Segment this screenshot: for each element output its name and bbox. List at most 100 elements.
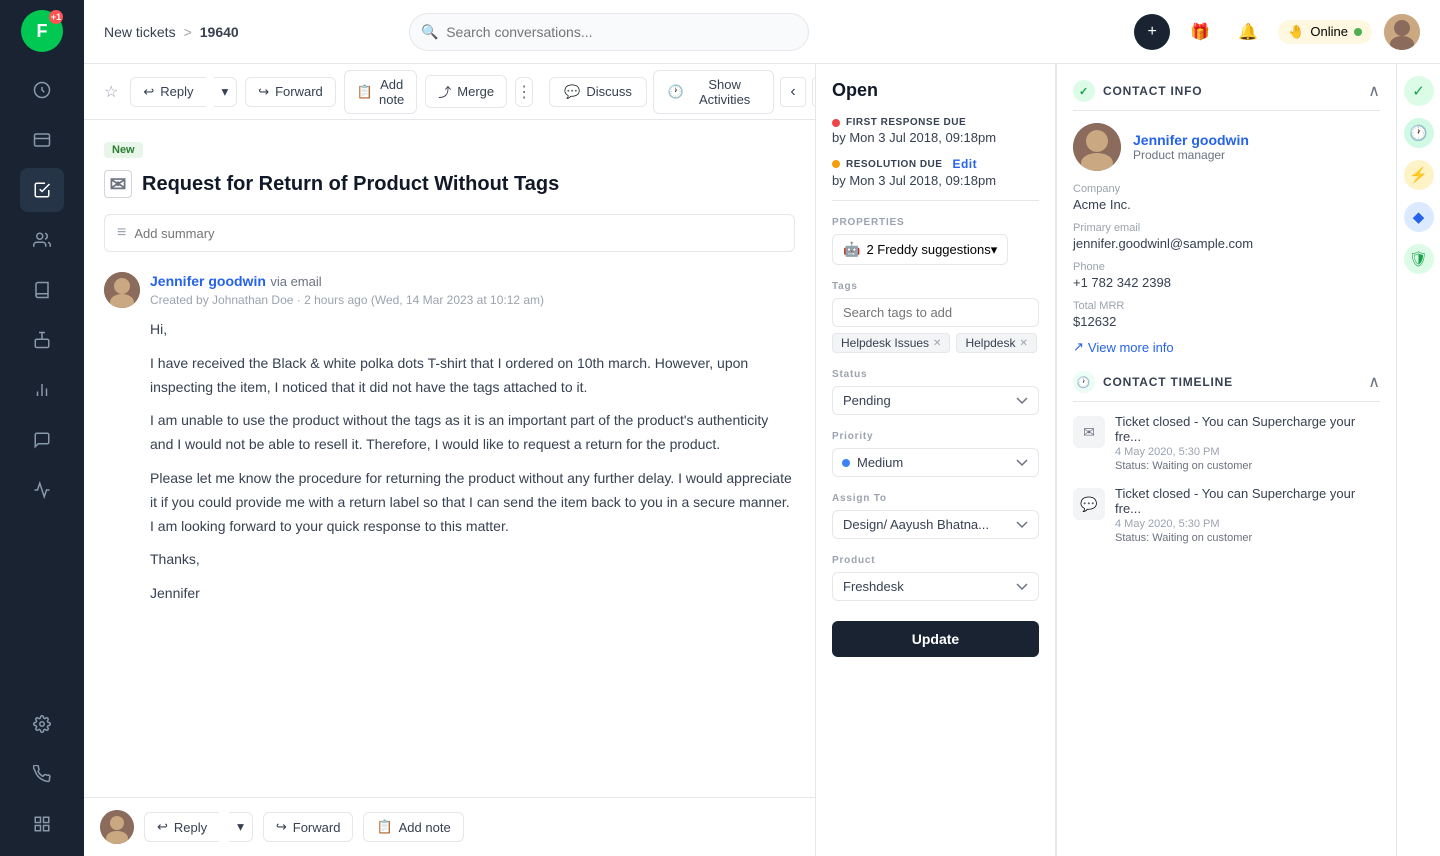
reply-label: Reply <box>160 84 193 99</box>
freddy-suggestions-button[interactable]: 🤖 2 Freddy suggestions ▾ <box>832 234 1008 265</box>
contact-info-collapse[interactable]: ∧ <box>1368 81 1380 101</box>
reply-button[interactable]: ↩ Reply <box>130 77 205 107</box>
sidebar-item-reports[interactable] <box>20 368 64 412</box>
reply-bar-reply-icon: ↩ <box>157 819 168 835</box>
resolution-edit-link[interactable]: Edit <box>952 157 977 171</box>
timeline-icon-2: 💬 <box>1073 488 1105 520</box>
properties-section: PROPERTIES 🤖 2 Freddy suggestions ▾ <box>832 213 1039 265</box>
reply-bar-add-note-button[interactable]: 📋 Add note <box>363 812 463 842</box>
tag-helpdesk-issues: Helpdesk Issues ✕ <box>832 333 950 353</box>
side-icon-clock[interactable]: 🕐 <box>1404 118 1434 148</box>
search-input[interactable] <box>409 13 809 51</box>
more-options-button[interactable]: ⋮ <box>515 77 533 107</box>
reply-bar-add-note-label: Add note <box>399 820 451 835</box>
summary-icon: ≡ <box>117 224 126 242</box>
breadcrumb: New tickets > 19640 <box>104 24 239 40</box>
contact-name[interactable]: Jennifer goodwin <box>1133 132 1249 148</box>
star-button[interactable]: ☆ <box>100 78 122 106</box>
message-header: Jennifer goodwin via email Created by Jo… <box>104 272 795 308</box>
sidebar-item-campaigns[interactable] <box>20 468 64 512</box>
sender-avatar <box>104 272 140 308</box>
tag-2-label: Helpdesk <box>965 336 1015 350</box>
message-channel: via email <box>270 274 321 289</box>
add-note-button[interactable]: 📋 Add note <box>344 70 417 114</box>
discuss-button[interactable]: 💬 Discuss <box>549 77 647 107</box>
sign-name: Jennifer <box>150 582 795 606</box>
timeline-icon-1: ✉ <box>1073 416 1105 448</box>
update-button[interactable]: Update <box>832 621 1039 657</box>
timeline-title-text: CONTACT TIMELINE <box>1103 375 1233 389</box>
reply-bar-forward-label: Forward <box>293 820 341 835</box>
tag-1-remove[interactable]: ✕ <box>933 338 941 349</box>
contact-panel: ✓ CONTACT INFO ∧ Jennifer goodwin Produc… <box>1056 64 1396 856</box>
freddy-label: 2 Freddy suggestions <box>866 242 990 257</box>
greeting: Hi, <box>150 318 795 342</box>
sidebar-item-settings[interactable] <box>20 702 64 746</box>
tag-2-remove[interactable]: ✕ <box>1019 338 1027 349</box>
priority-select[interactable]: Medium Low High Urgent <box>832 448 1039 477</box>
email-value: jennifer.goodwinl@sample.com <box>1073 236 1380 251</box>
timeline-item-2: 💬 Ticket closed - You can Supercharge yo… <box>1073 486 1380 544</box>
breadcrumb-new-tickets[interactable]: New tickets <box>104 24 176 40</box>
view-more-link[interactable]: ↗ View more info <box>1073 339 1380 355</box>
first-response-label: FIRST RESPONSE DUE <box>846 117 966 128</box>
message-time: 2 hours ago (Wed, 14 Mar 2023 at 10:12 a… <box>304 293 544 307</box>
sidebar-item-dashboard[interactable] <box>20 68 64 112</box>
add-button[interactable]: + <box>1134 14 1170 50</box>
reply-dropdown-arrow[interactable]: ▾ <box>214 77 238 107</box>
add-note-label: Add note <box>379 77 404 107</box>
show-activities-button[interactable]: 🕐 Show Activities <box>653 70 774 114</box>
first-response-section: FIRST RESPONSE DUE by Mon 3 Jul 2018, 09… <box>832 117 1039 145</box>
breadcrumb-ticket-id: 19640 <box>200 24 239 40</box>
tags-section: Tags Helpdesk Issues ✕ Helpdesk ✕ <box>832 277 1039 353</box>
body-paragraph-2: I am unable to use the product without t… <box>150 409 795 457</box>
assign-select[interactable]: Design/ Aayush Bhatna... <box>832 510 1039 539</box>
merge-button[interactable]: ⤴ Merge <box>425 75 507 108</box>
reply-bar-reply-arrow[interactable]: ▾ <box>229 812 253 842</box>
phone-field: Phone +1 782 342 2398 <box>1073 261 1380 290</box>
priority-label: Priority <box>832 431 1039 442</box>
sidebar-item-chat[interactable] <box>20 418 64 462</box>
logo-text: F <box>37 21 48 42</box>
main-area: New tickets > 19640 🔍 + 🎁 🔔 🤚 Online <box>84 0 1440 856</box>
search-icon: 🔍 <box>421 23 438 40</box>
assign-section: Assign To Design/ Aayush Bhatna... <box>832 489 1039 539</box>
sidebar-item-bots[interactable] <box>20 318 64 362</box>
properties-section-label: PROPERTIES <box>832 217 1039 228</box>
summary-box[interactable]: ≡ <box>104 214 795 252</box>
sidebar-item-knowledge[interactable] <box>20 268 64 312</box>
ticket-title: ✉ Request for Return of Product Without … <box>104 170 795 198</box>
reply-bar-reply-button[interactable]: ↩ Reply <box>144 812 219 842</box>
merge-icon: ⤴ <box>438 82 451 101</box>
side-icon-warning[interactable]: ⚡ <box>1404 160 1434 190</box>
sidebar-item-grid[interactable] <box>20 802 64 846</box>
tags-search-input[interactable] <box>832 298 1039 327</box>
sidebar-item-contacts[interactable] <box>20 218 64 262</box>
status-section: Status Pending Open Resolved Closed <box>832 365 1039 415</box>
summary-input[interactable] <box>134 226 782 241</box>
contact-timeline-section: 🕐 CONTACT TIMELINE ∧ ✉ Ticket closed - Y… <box>1073 371 1380 544</box>
sidebar-item-tickets[interactable] <box>20 168 64 212</box>
user-avatar[interactable] <box>1384 14 1420 50</box>
ticket-area: ☆ ↩ Reply ▾ ↪ Forward 📋 Add note ⤴ Merge <box>84 64 816 856</box>
sidebar-item-inbox[interactable] <box>20 118 64 162</box>
sidebar-item-phone[interactable] <box>20 752 64 796</box>
status-select[interactable]: Pending Open Resolved Closed <box>832 386 1039 415</box>
first-response-dot <box>832 119 840 127</box>
properties-panel: Open FIRST RESPONSE DUE by Mon 3 Jul 201… <box>816 64 1056 856</box>
side-icon-check[interactable]: ✓ <box>1404 76 1434 106</box>
notifications-button[interactable]: 🔔 <box>1230 14 1266 50</box>
merge-label: Merge <box>457 84 494 99</box>
phone-label: Phone <box>1073 261 1380 273</box>
gift-button[interactable]: 🎁 <box>1182 14 1218 50</box>
forward-button[interactable]: ↪ Forward <box>245 77 336 107</box>
company-label: Company <box>1073 183 1380 195</box>
timeline-collapse[interactable]: ∧ <box>1368 372 1380 392</box>
side-icon-diamond[interactable]: ◆ <box>1404 202 1434 232</box>
product-select[interactable]: Freshdesk <box>832 572 1039 601</box>
side-icon-shield[interactable]: 🛡 <box>1404 244 1434 274</box>
message-author[interactable]: Jennifer goodwin <box>150 273 266 289</box>
app-logo[interactable]: F +1 <box>21 10 63 52</box>
prev-ticket-button[interactable]: ‹ <box>780 77 806 107</box>
reply-bar-forward-button[interactable]: ↪ Forward <box>263 812 354 842</box>
